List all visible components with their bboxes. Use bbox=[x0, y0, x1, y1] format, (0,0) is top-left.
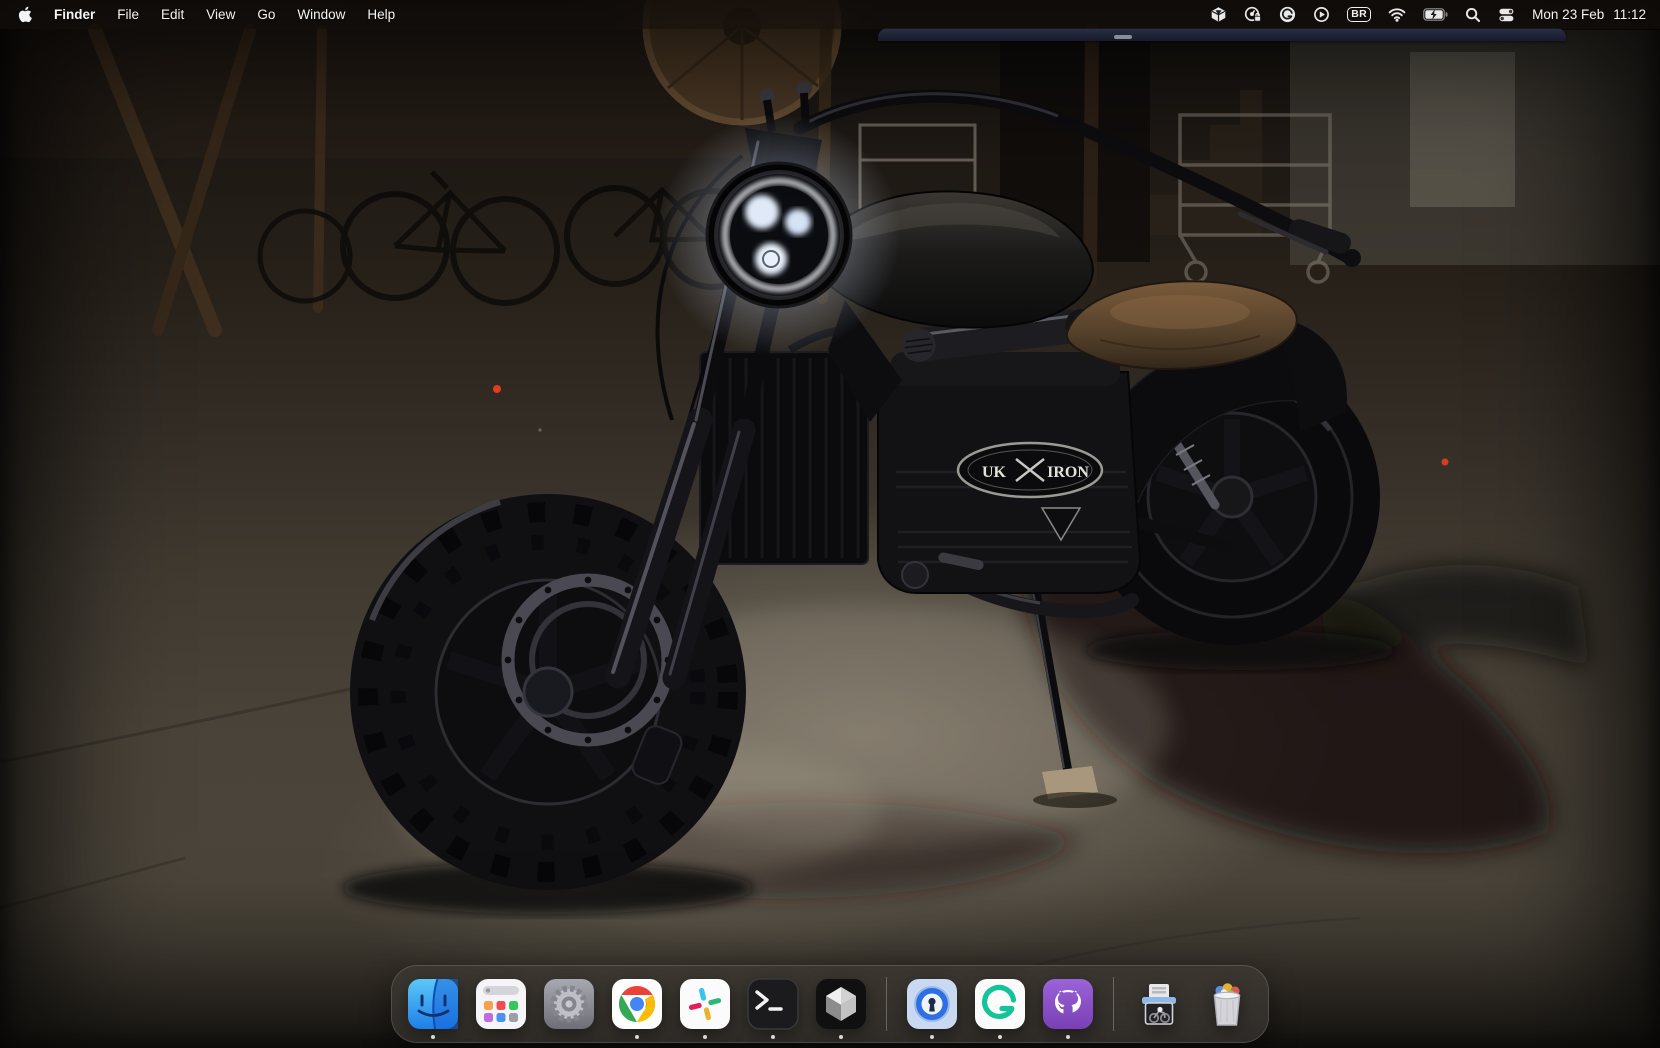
apple-logo-icon bbox=[18, 6, 32, 23]
chrome-app-icon bbox=[611, 978, 663, 1030]
menu-item-edit[interactable]: Edit bbox=[150, 7, 195, 22]
menu-item-view[interactable]: View bbox=[195, 7, 246, 22]
desktop-wallpaper[interactable]: UK IRON bbox=[0, 0, 1660, 1048]
dock-divider bbox=[886, 977, 887, 1031]
cube-app-icon bbox=[815, 978, 867, 1030]
dock-item-github[interactable] bbox=[1042, 978, 1094, 1030]
dock-item-onepassword[interactable] bbox=[906, 978, 958, 1030]
apple-menu[interactable] bbox=[18, 6, 33, 23]
finder-app-icon bbox=[407, 978, 459, 1030]
running-indicator-dot bbox=[635, 1035, 639, 1039]
battery-charging-icon[interactable] bbox=[1423, 8, 1448, 21]
spotlight-search-icon[interactable] bbox=[1465, 7, 1481, 23]
dock-item-trash[interactable] bbox=[1201, 978, 1253, 1030]
menu-bar: Finder FileEditViewGoWindowHelp bbox=[0, 0, 1660, 29]
running-indicator-dot bbox=[431, 1035, 435, 1039]
dock bbox=[391, 965, 1269, 1043]
running-indicator-dot bbox=[930, 1035, 934, 1039]
dock-item-slack[interactable] bbox=[679, 978, 731, 1030]
menu-item-help[interactable]: Help bbox=[356, 7, 406, 22]
menu-item-window[interactable]: Window bbox=[286, 7, 356, 22]
dock-item-chrome[interactable] bbox=[611, 978, 663, 1030]
engine-badge: UK IRON bbox=[958, 443, 1102, 497]
running-indicator-dot bbox=[771, 1035, 775, 1039]
grammarly-icon[interactable] bbox=[1279, 6, 1296, 23]
downloads-app-icon bbox=[1133, 978, 1185, 1030]
launchpad-app-icon bbox=[475, 978, 527, 1030]
dock-item-launchpad[interactable] bbox=[475, 978, 527, 1030]
play-circle-icon[interactable] bbox=[1313, 6, 1330, 23]
grammarly-app-icon bbox=[974, 978, 1026, 1030]
clock-date: Mon 23 Feb bbox=[1532, 7, 1604, 22]
input-source-badge[interactable]: BR bbox=[1347, 7, 1371, 22]
dock-item-settings[interactable] bbox=[543, 978, 595, 1030]
dock-item-grammarly[interactable] bbox=[974, 978, 1026, 1030]
running-indicator-dot bbox=[703, 1035, 707, 1039]
clock-time: 11:12 bbox=[1613, 7, 1646, 22]
dock-item-terminal[interactable] bbox=[747, 978, 799, 1030]
wifi-icon[interactable] bbox=[1388, 7, 1406, 22]
settings-app-icon bbox=[543, 978, 595, 1030]
menu-item-file[interactable]: File bbox=[106, 7, 150, 22]
running-indicator-dot bbox=[839, 1035, 843, 1039]
wallpaper-art: UK IRON bbox=[0, 0, 1660, 1048]
terminal-app-icon bbox=[747, 978, 799, 1030]
trash-app-icon bbox=[1201, 978, 1253, 1030]
menu-bar-clock[interactable]: Mon 23 Feb 11:12 bbox=[1532, 7, 1646, 22]
dock-item-downloads[interactable] bbox=[1133, 978, 1185, 1030]
headlight bbox=[657, 113, 901, 357]
dock-item-finder[interactable] bbox=[407, 978, 459, 1030]
cube-icon[interactable] bbox=[1210, 6, 1227, 23]
window-grab-handle bbox=[1114, 35, 1132, 39]
privacy-lock-icon[interactable] bbox=[1244, 6, 1262, 23]
badge-text-uk: UK bbox=[982, 464, 1007, 481]
slack-app-icon bbox=[679, 978, 731, 1030]
running-indicator-dot bbox=[998, 1035, 1002, 1039]
running-indicator-dot bbox=[1066, 1035, 1070, 1039]
badge-text-iron: IRON bbox=[1047, 464, 1089, 481]
dock-item-cube[interactable] bbox=[815, 978, 867, 1030]
control-center-icon[interactable] bbox=[1498, 7, 1515, 23]
dock-divider bbox=[1113, 977, 1114, 1031]
active-app-name[interactable]: Finder bbox=[43, 7, 106, 22]
menu-item-go[interactable]: Go bbox=[246, 7, 286, 22]
background-window-edge[interactable] bbox=[878, 28, 1566, 41]
onepassword-app-icon bbox=[906, 978, 958, 1030]
github-app-icon bbox=[1042, 978, 1094, 1030]
